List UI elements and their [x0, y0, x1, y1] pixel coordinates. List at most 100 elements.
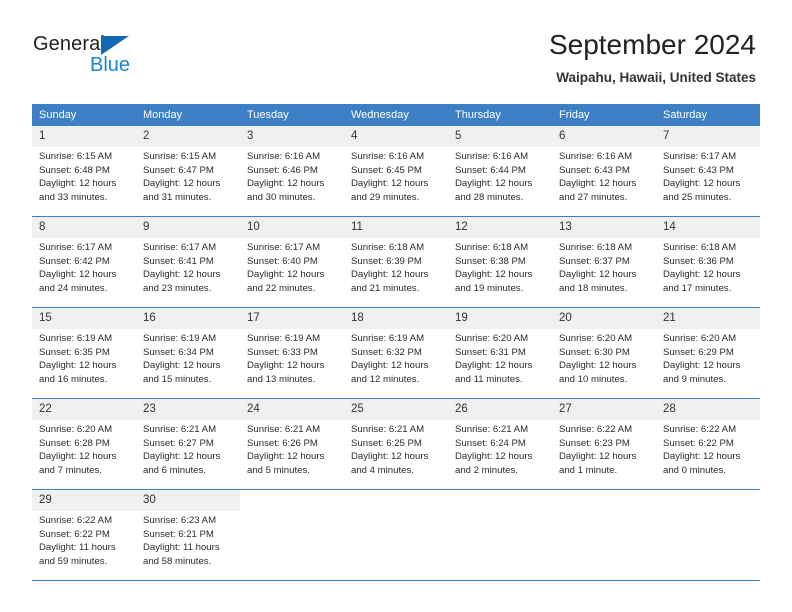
calendar-cell: 24 Sunrise: 6:21 AM Sunset: 6:26 PM Dayligh… [240, 398, 344, 490]
daylight-text-line1: Daylight: 12 hours [143, 269, 221, 281]
calendar-day[interactable]: 16 Sunrise: 6:19 AM Sunset: 6:34 PM Dayligh… [136, 308, 240, 397]
calendar-day[interactable]: 21 Sunrise: 6:20 AM Sunset: 6:29 PM Dayligh… [656, 308, 760, 397]
daylight-text-line1: Daylight: 12 hours [559, 451, 637, 463]
generalblue-logo[interactable]: General Blue [33, 33, 253, 83]
daylight-text-line2: and 11 minutes. [455, 373, 523, 385]
sunrise-text: Sunrise: 6:20 AM [559, 333, 633, 344]
day-sun-info: Sunrise: 6:20 AM Sunset: 6:28 PM Daylight:… [32, 420, 136, 477]
calendar-cell: 16 Sunrise: 6:19 AM Sunset: 6:34 PM Dayligh… [136, 307, 240, 399]
calendar-day[interactable]: 19 Sunrise: 6:20 AM Sunset: 6:31 PM Dayligh… [448, 308, 552, 397]
day-sun-info: Sunrise: 6:17 AM Sunset: 6:43 PM Daylight:… [656, 147, 760, 204]
sunset-text: Sunset: 6:28 PM [39, 437, 110, 449]
calendar-day[interactable]: 9 Sunrise: 6:17 AM Sunset: 6:41 PM Daylight… [136, 217, 240, 306]
daylight-text-line2: and 2 minutes. [455, 464, 518, 476]
sunrise-text: Sunrise: 6:17 AM [39, 242, 113, 253]
day-sun-info: Sunrise: 6:15 AM Sunset: 6:48 PM Daylight:… [32, 147, 136, 204]
daylight-text-line2: and 33 minutes. [39, 191, 108, 203]
day-sun-info: Sunrise: 6:15 AM Sunset: 6:47 PM Daylight:… [136, 147, 240, 204]
calendar-day[interactable]: 7 Sunrise: 6:17 AM Sunset: 6:43 PM Daylight… [656, 126, 760, 215]
calendar-day[interactable]: 10 Sunrise: 6:17 AM Sunset: 6:40 PM Dayligh… [240, 217, 344, 306]
calendar-day[interactable]: 23 Sunrise: 6:21 AM Sunset: 6:27 PM Dayligh… [136, 399, 240, 488]
daylight-text-line2: and 7 minutes. [39, 464, 102, 476]
sunrise-text: Sunrise: 6:17 AM [247, 242, 321, 253]
calendar-day[interactable]: 25 Sunrise: 6:21 AM Sunset: 6:25 PM Dayligh… [344, 399, 448, 488]
day-number: 22 [32, 399, 136, 420]
calendar-cell: 30 Sunrise: 6:23 AM Sunset: 6:21 PM Dayligh… [136, 489, 240, 581]
daylight-text-line1: Daylight: 12 hours [247, 451, 325, 463]
day-sun-info: Sunrise: 6:19 AM Sunset: 6:35 PM Daylight:… [32, 329, 136, 386]
daylight-text-line1: Daylight: 12 hours [39, 451, 117, 463]
day-number: 16 [136, 308, 240, 329]
sunrise-text: Sunrise: 6:19 AM [351, 333, 425, 344]
calendar-day[interactable]: 18 Sunrise: 6:19 AM Sunset: 6:32 PM Dayligh… [344, 308, 448, 397]
day-sun-info: Sunrise: 6:21 AM Sunset: 6:25 PM Daylight:… [344, 420, 448, 477]
sunrise-text: Sunrise: 6:22 AM [663, 424, 737, 435]
calendar-header-row: Sunday Monday Tuesday Wednesday Thursday… [32, 104, 760, 126]
calendar-day[interactable]: 5 Sunrise: 6:16 AM Sunset: 6:44 PM Daylight… [448, 126, 552, 215]
sunrise-text: Sunrise: 6:20 AM [39, 424, 113, 435]
calendar-day[interactable]: 3 Sunrise: 6:16 AM Sunset: 6:46 PM Daylight… [240, 126, 344, 215]
calendar-day[interactable]: 28 Sunrise: 6:22 AM Sunset: 6:22 PM Dayligh… [656, 399, 760, 488]
day-number: 23 [136, 399, 240, 420]
calendar-day-empty [344, 490, 448, 579]
day-sun-info: Sunrise: 6:19 AM Sunset: 6:32 PM Daylight:… [344, 329, 448, 386]
calendar-day[interactable]: 22 Sunrise: 6:20 AM Sunset: 6:28 PM Dayligh… [32, 399, 136, 488]
daylight-text-line2: and 13 minutes. [247, 373, 316, 385]
sunset-text: Sunset: 6:39 PM [351, 255, 422, 267]
calendar-day[interactable]: 1 Sunrise: 6:15 AM Sunset: 6:48 PM Daylight… [32, 126, 136, 215]
sunrise-text: Sunrise: 6:16 AM [455, 151, 529, 162]
sunset-text: Sunset: 6:42 PM [39, 255, 110, 267]
daylight-text-line2: and 28 minutes. [455, 191, 524, 203]
daylight-text-line1: Daylight: 12 hours [455, 269, 533, 281]
day-number: 20 [552, 308, 656, 329]
calendar-day[interactable]: 2 Sunrise: 6:15 AM Sunset: 6:47 PM Daylight… [136, 126, 240, 215]
daylight-text-line1: Daylight: 12 hours [559, 269, 637, 281]
daylight-text-line2: and 1 minute. [559, 464, 618, 476]
calendar-day[interactable]: 30 Sunrise: 6:23 AM Sunset: 6:21 PM Dayligh… [136, 490, 240, 579]
sunrise-text: Sunrise: 6:17 AM [143, 242, 217, 253]
calendar-cell: 12 Sunrise: 6:18 AM Sunset: 6:38 PM Dayligh… [448, 216, 552, 308]
calendar-day[interactable]: 11 Sunrise: 6:18 AM Sunset: 6:39 PM Dayligh… [344, 217, 448, 306]
daylight-text-line2: and 31 minutes. [143, 191, 212, 203]
day-number [240, 490, 344, 511]
calendar-day[interactable]: 17 Sunrise: 6:19 AM Sunset: 6:33 PM Dayligh… [240, 308, 344, 397]
page-title: September 2024 [548, 29, 756, 60]
daylight-text-line1: Daylight: 12 hours [351, 178, 429, 190]
calendar-day[interactable]: 24 Sunrise: 6:21 AM Sunset: 6:26 PM Dayligh… [240, 399, 344, 488]
sunrise-text: Sunrise: 6:21 AM [455, 424, 529, 435]
day-number: 19 [448, 308, 552, 329]
calendar-day[interactable]: 27 Sunrise: 6:22 AM Sunset: 6:23 PM Dayligh… [552, 399, 656, 488]
daylight-text-line2: and 21 minutes. [351, 282, 420, 294]
day-number: 4 [344, 126, 448, 147]
calendar-day[interactable]: 13 Sunrise: 6:18 AM Sunset: 6:37 PM Dayligh… [552, 217, 656, 306]
day-number: 17 [240, 308, 344, 329]
sunset-text: Sunset: 6:46 PM [247, 164, 318, 176]
calendar-cell: 5 Sunrise: 6:16 AM Sunset: 6:44 PM Daylight… [448, 126, 552, 217]
calendar-day[interactable]: 14 Sunrise: 6:18 AM Sunset: 6:36 PM Dayligh… [656, 217, 760, 306]
calendar-week-row: 29 Sunrise: 6:22 AM Sunset: 6:22 PM Dayligh… [32, 489, 760, 581]
calendar-page: General Blue September 2024 Waipahu, Haw… [0, 0, 792, 612]
calendar-cell: 27 Sunrise: 6:22 AM Sunset: 6:23 PM Dayligh… [552, 398, 656, 490]
sunrise-sunset-calendar: Sunday Monday Tuesday Wednesday Thursday… [32, 104, 760, 581]
calendar-day[interactable]: 20 Sunrise: 6:20 AM Sunset: 6:30 PM Dayligh… [552, 308, 656, 397]
day-sun-info: Sunrise: 6:19 AM Sunset: 6:33 PM Daylight:… [240, 329, 344, 386]
calendar-day[interactable]: 29 Sunrise: 6:22 AM Sunset: 6:22 PM Dayligh… [32, 490, 136, 579]
calendar-day[interactable]: 6 Sunrise: 6:16 AM Sunset: 6:43 PM Daylight… [552, 126, 656, 215]
calendar-day[interactable]: 8 Sunrise: 6:17 AM Sunset: 6:42 PM Daylight… [32, 217, 136, 306]
daylight-text-line1: Daylight: 12 hours [39, 269, 117, 281]
day-sun-info: Sunrise: 6:18 AM Sunset: 6:37 PM Daylight:… [552, 238, 656, 295]
calendar-day[interactable]: 15 Sunrise: 6:19 AM Sunset: 6:35 PM Dayligh… [32, 308, 136, 397]
calendar-day[interactable]: 12 Sunrise: 6:18 AM Sunset: 6:38 PM Dayligh… [448, 217, 552, 306]
calendar-day[interactable]: 26 Sunrise: 6:21 AM Sunset: 6:24 PM Dayligh… [448, 399, 552, 488]
sunset-text: Sunset: 6:43 PM [663, 164, 734, 176]
calendar-day[interactable]: 4 Sunrise: 6:16 AM Sunset: 6:45 PM Daylight… [344, 126, 448, 215]
daylight-text-line1: Daylight: 12 hours [143, 451, 221, 463]
daylight-text-line1: Daylight: 12 hours [455, 451, 533, 463]
day-number: 10 [240, 217, 344, 238]
sunset-text: Sunset: 6:38 PM [455, 255, 526, 267]
daylight-text-line2: and 9 minutes. [663, 373, 726, 385]
calendar-cell: 19 Sunrise: 6:20 AM Sunset: 6:31 PM Dayligh… [448, 307, 552, 399]
sunset-text: Sunset: 6:32 PM [351, 346, 422, 358]
page-header: General Blue September 2024 Waipahu, Haw… [0, 0, 792, 100]
sunrise-text: Sunrise: 6:20 AM [455, 333, 529, 344]
